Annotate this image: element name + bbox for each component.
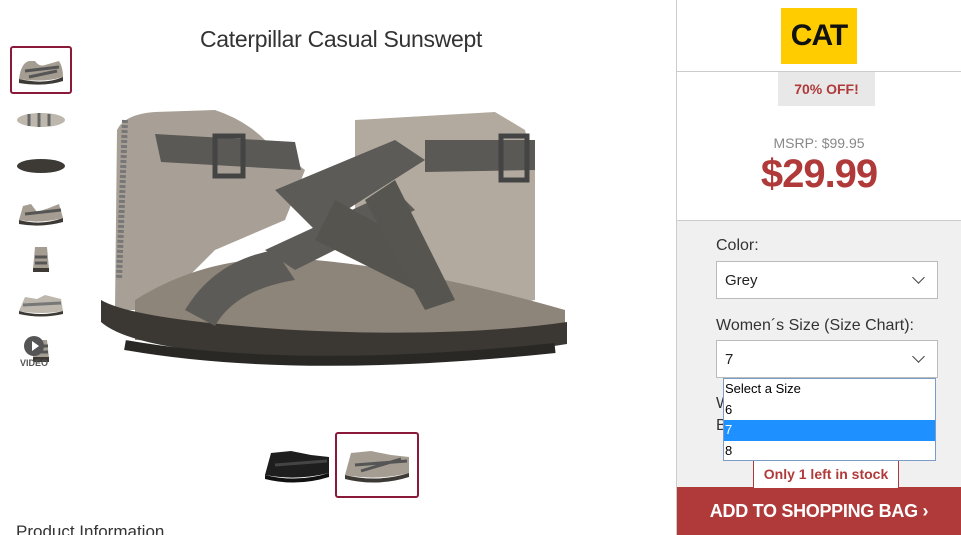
size-option[interactable]: Select a Size — [724, 379, 935, 400]
main-product-image[interactable] — [95, 100, 575, 385]
sandal-thumbnail-icon — [19, 61, 63, 85]
size-chart-link[interactable]: Size Chart — [830, 317, 905, 334]
sandal-swatch-icon — [345, 451, 409, 483]
sandal-thumbnail-icon — [19, 295, 63, 317]
thumbnail-front-view[interactable] — [10, 234, 72, 282]
thumbnail-back-view[interactable] — [10, 188, 72, 236]
sandal-main-image — [101, 110, 567, 366]
discount-badge: 70% OFF! — [778, 72, 875, 106]
product-page: Caterpillar Casual Sunswept VIDEO Produc… — [0, 0, 961, 535]
sandal-thumbnail-icon — [33, 247, 49, 272]
size-dropdown-list: Select a Size 6 7 8 — [723, 378, 936, 461]
play-icon — [24, 336, 44, 356]
chevron-down-icon — [912, 270, 925, 284]
color-label: Color: — [716, 237, 759, 254]
stock-notice: Only 1 left in stock — [753, 460, 899, 489]
thumbnail-pair-view[interactable] — [10, 280, 72, 328]
swatch-black[interactable] — [255, 432, 339, 498]
color-select-value: Grey — [725, 271, 758, 289]
size-option-highlighted[interactable]: 7 — [724, 420, 935, 441]
sandal-swatch-icon — [265, 451, 329, 483]
brand-logo[interactable]: CAT — [781, 7, 857, 64]
swatch-grey[interactable] — [335, 432, 419, 498]
add-to-bag-button[interactable]: ADD TO SHOPPING BAG › — [677, 487, 961, 535]
video-button[interactable]: VIDEO — [14, 336, 54, 368]
sandal-thumbnail-icon — [17, 113, 65, 127]
sale-price: $29.99 — [760, 152, 878, 196]
size-label: Women´s Size (Size Chart): — [716, 317, 914, 334]
brand-section: CAT — [677, 0, 961, 72]
thumbnail-side-view[interactable] — [10, 46, 72, 94]
sandal-thumbnail-icon — [19, 204, 63, 226]
chevron-down-icon — [912, 349, 925, 363]
size-option[interactable]: 6 — [724, 400, 935, 421]
price-section: 70% OFF! MSRP: $99.95 $29.99 — [677, 72, 961, 221]
thumbnail-sole-view[interactable] — [10, 142, 72, 190]
product-information-heading: Product Information — [16, 522, 165, 535]
sandal-thumbnail-icon — [17, 159, 65, 173]
size-select-value: 7 — [725, 350, 734, 368]
size-select[interactable]: 7 — [716, 340, 938, 378]
video-label: VIDEO — [19, 358, 48, 368]
size-option[interactable]: 8 — [724, 441, 935, 462]
thumbnail-top-view[interactable] — [10, 96, 72, 144]
color-select[interactable]: Grey — [716, 261, 938, 299]
product-title: Caterpillar Casual Sunswept — [200, 26, 483, 52]
msrp-price: MSRP: $99.95 — [773, 135, 865, 151]
